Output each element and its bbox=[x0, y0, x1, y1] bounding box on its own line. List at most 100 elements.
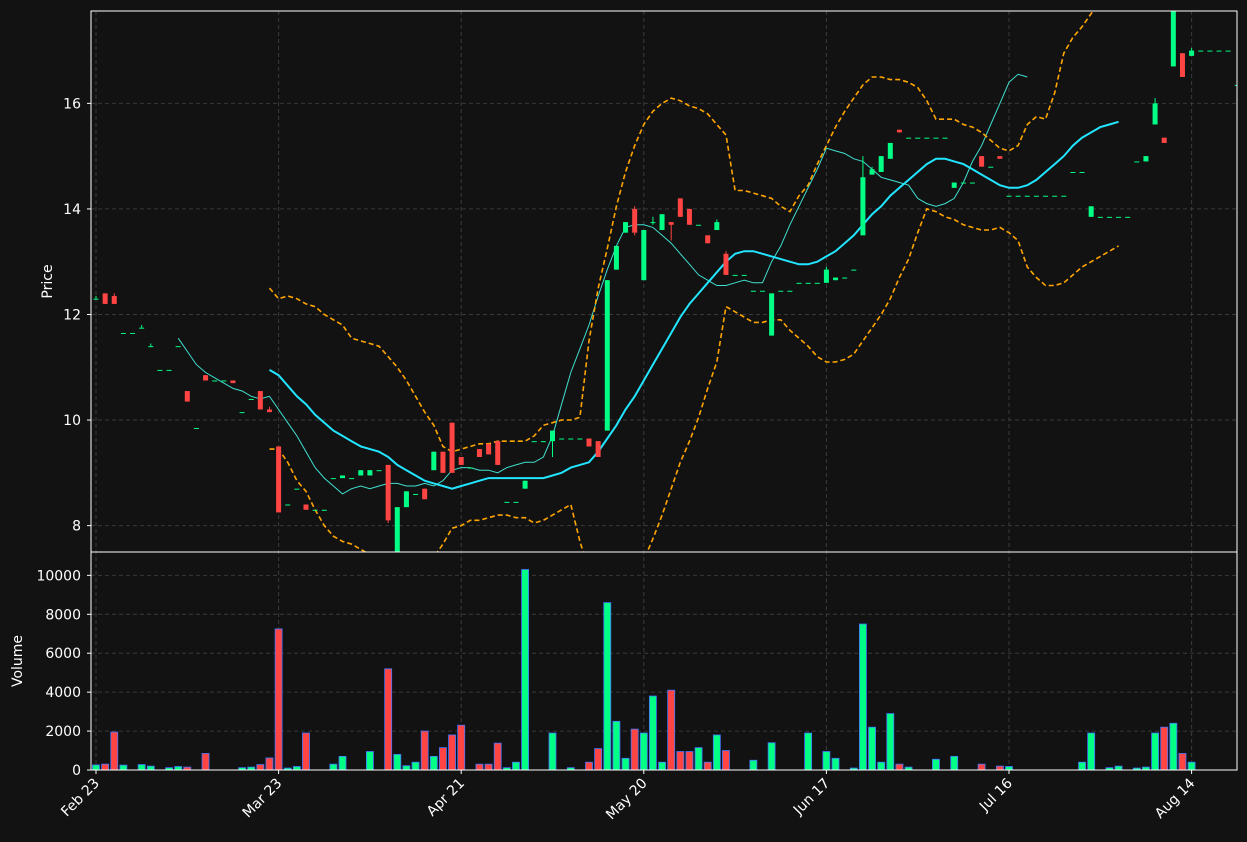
candle-body bbox=[1043, 195, 1049, 197]
candle-body bbox=[623, 222, 629, 233]
volume-bar bbox=[658, 761, 666, 770]
candle-body bbox=[257, 391, 263, 410]
volume-bar bbox=[722, 750, 730, 770]
candle-body bbox=[285, 504, 291, 506]
candle-body bbox=[833, 277, 839, 281]
candle-body bbox=[212, 380, 218, 382]
candle-body bbox=[321, 509, 327, 511]
candle-body bbox=[120, 332, 126, 334]
candle-body bbox=[111, 296, 117, 304]
volume-bar bbox=[859, 623, 867, 770]
candle-body bbox=[148, 346, 154, 348]
candle-body bbox=[531, 441, 537, 443]
candle-body bbox=[294, 488, 300, 490]
volume-bar bbox=[201, 753, 210, 770]
price-tick-label: 10 bbox=[63, 413, 81, 429]
candle-body bbox=[814, 282, 820, 284]
candle-body bbox=[896, 129, 902, 133]
candle-body bbox=[1225, 50, 1231, 52]
volume-bar bbox=[950, 755, 959, 770]
candle-body bbox=[942, 137, 948, 139]
candle-body bbox=[276, 446, 282, 513]
candle-body bbox=[312, 509, 318, 511]
volume-bar bbox=[868, 726, 876, 770]
candle-body bbox=[1143, 156, 1149, 162]
volume-tick-label: 10000 bbox=[36, 568, 81, 584]
candle-body bbox=[595, 441, 601, 457]
volume-bar bbox=[685, 751, 694, 770]
volume-bar bbox=[667, 689, 676, 770]
volume-tick-label: 4000 bbox=[45, 685, 81, 701]
volume-bar bbox=[630, 728, 639, 770]
volume-tick-label: 8000 bbox=[45, 607, 81, 623]
candle-body bbox=[184, 391, 190, 402]
candle-body bbox=[1134, 161, 1140, 163]
candle-body bbox=[604, 280, 610, 431]
candle-body bbox=[193, 427, 199, 429]
candle-body bbox=[1088, 206, 1094, 217]
volume-bar bbox=[594, 748, 603, 770]
candle-body bbox=[1097, 216, 1103, 218]
candle-body bbox=[1161, 137, 1167, 143]
candle-body bbox=[869, 169, 875, 175]
candle-body bbox=[358, 470, 364, 476]
candle-body bbox=[632, 208, 638, 233]
volume-bar bbox=[420, 730, 429, 770]
candle-body bbox=[997, 156, 1003, 159]
candle-body bbox=[413, 493, 419, 495]
volume-bar bbox=[439, 747, 447, 770]
candle-body bbox=[805, 282, 811, 284]
volume-bar bbox=[1187, 761, 1196, 770]
candle-body bbox=[1061, 195, 1067, 197]
candle-body bbox=[330, 478, 336, 480]
candle-body bbox=[248, 398, 254, 400]
candle-body bbox=[1106, 216, 1112, 218]
candle-body bbox=[349, 478, 355, 480]
volume-bar bbox=[512, 761, 520, 770]
candle-body bbox=[979, 156, 985, 167]
volume-bar bbox=[429, 755, 438, 770]
candle-body bbox=[586, 438, 592, 447]
volume-bar bbox=[1178, 753, 1187, 770]
candle-body bbox=[796, 282, 802, 284]
volume-bar bbox=[146, 765, 155, 770]
candle-body bbox=[641, 230, 647, 281]
candle-body bbox=[403, 491, 409, 508]
volume-bar bbox=[338, 755, 347, 770]
candle-body bbox=[577, 438, 583, 440]
volume-bar bbox=[402, 765, 411, 770]
candle-body bbox=[613, 245, 619, 270]
volume-bar bbox=[457, 724, 466, 770]
volume-bar bbox=[393, 754, 402, 770]
volume-bar bbox=[895, 763, 904, 770]
volume-bar bbox=[703, 761, 712, 770]
candle-body bbox=[540, 441, 546, 443]
candle-body bbox=[230, 380, 236, 384]
candle-body bbox=[933, 137, 939, 139]
volume-tick-label: 0 bbox=[72, 763, 81, 779]
volume-bar bbox=[694, 747, 703, 770]
candle-body bbox=[668, 222, 674, 225]
volume-bar bbox=[886, 713, 895, 770]
candle-body bbox=[686, 208, 692, 225]
volume-bar bbox=[110, 731, 119, 770]
volume-bar bbox=[475, 763, 484, 770]
volume-bar bbox=[411, 761, 420, 770]
volume-bar bbox=[977, 763, 986, 770]
candlestick-chart: 8101214160200040006000800010000Feb 23 Mar… bbox=[0, 0, 1247, 842]
volume-bar bbox=[92, 764, 100, 770]
candle-body bbox=[458, 456, 464, 465]
candle-body bbox=[1052, 195, 1058, 197]
candle-body bbox=[915, 137, 921, 139]
volume-bar bbox=[1160, 726, 1169, 770]
candle-body bbox=[732, 274, 738, 276]
candle-body bbox=[851, 269, 857, 271]
candle-body bbox=[778, 290, 784, 292]
candle-body bbox=[102, 293, 108, 304]
candle-body bbox=[130, 332, 136, 334]
price-axis-title: Price bbox=[40, 264, 56, 298]
candle-body bbox=[842, 277, 848, 279]
volume-bar bbox=[822, 751, 831, 770]
candle-body bbox=[440, 451, 446, 473]
candle-body bbox=[723, 253, 729, 275]
